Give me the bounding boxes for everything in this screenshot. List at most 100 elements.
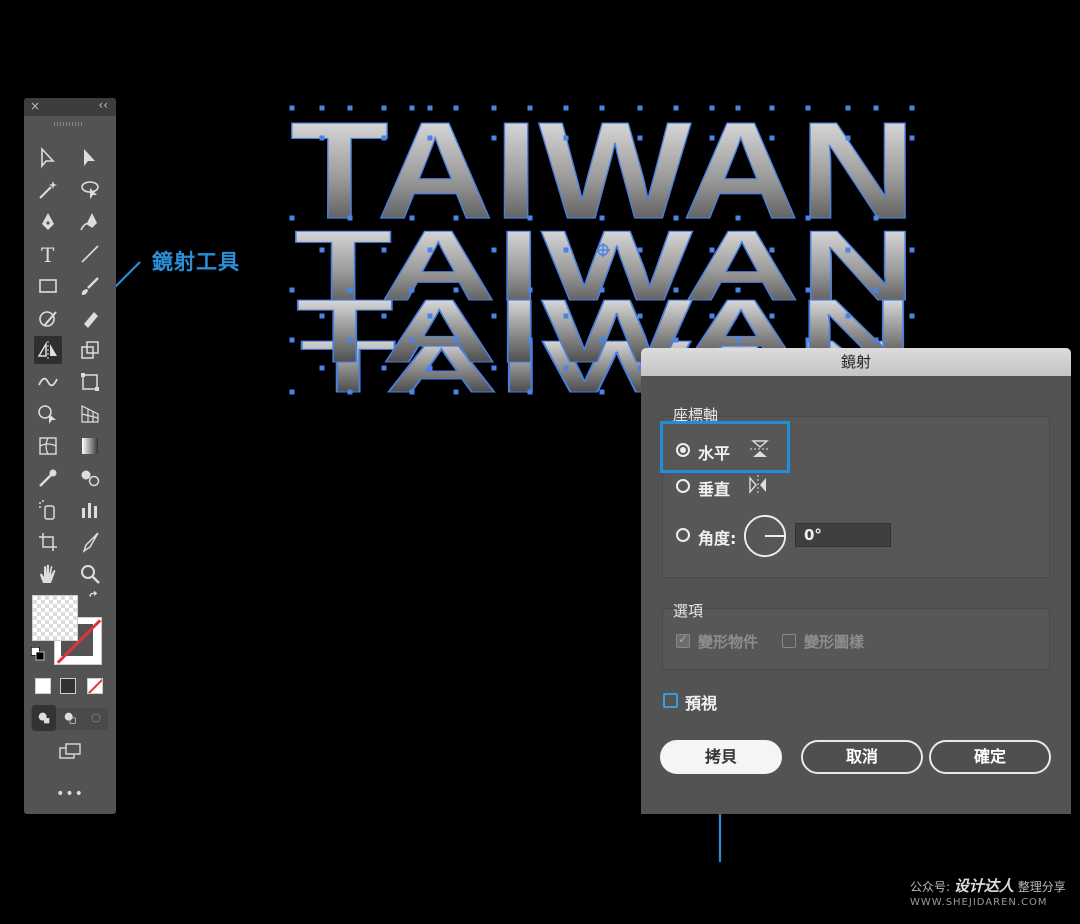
anchor-point <box>409 215 415 221</box>
mesh-tool-icon[interactable] <box>34 432 62 460</box>
knife-tool-icon[interactable] <box>76 528 104 556</box>
screen-mode-icon[interactable] <box>54 738 86 766</box>
checkbox-transform-patterns[interactable] <box>782 634 796 648</box>
reference-point <box>596 243 610 257</box>
anchor-point <box>599 105 605 111</box>
default-fill-stroke-icon[interactable] <box>28 644 48 664</box>
anchor-point <box>527 215 533 221</box>
symbol-sprayer-tool-icon[interactable] <box>34 496 62 524</box>
anchor-point <box>289 215 295 221</box>
options-group-label: 選項 <box>673 602 704 620</box>
anchor-point <box>805 287 811 293</box>
magic-wand-tool-icon[interactable] <box>34 176 62 204</box>
anchor-point <box>381 135 387 141</box>
blend-tool-icon[interactable] <box>76 464 104 492</box>
anchor-point <box>909 313 915 319</box>
drag-grip-icon[interactable] <box>54 122 84 126</box>
lasso-tool-icon[interactable] <box>76 176 104 204</box>
anchor-point <box>709 247 715 253</box>
more-tools-icon[interactable]: ••• <box>24 786 116 802</box>
gradient-mode-icon[interactable] <box>60 678 76 694</box>
radio-angle[interactable] <box>676 528 690 542</box>
column-graph-tool-icon[interactable] <box>76 496 104 524</box>
type-tool-icon[interactable]: T <box>34 240 62 268</box>
reflect-tool-icon[interactable] <box>34 336 62 364</box>
anchor-point <box>453 105 459 111</box>
fill-swatch[interactable] <box>32 595 78 641</box>
anchor-point <box>289 105 295 111</box>
tools-panel: × ‹‹ T ••• <box>24 98 116 814</box>
anchor-point <box>637 135 643 141</box>
cancel-button[interactable]: 取消 <box>801 740 923 774</box>
anchor-point <box>599 337 605 343</box>
selection-tool-icon[interactable] <box>34 144 62 172</box>
perspective-grid-tool-icon[interactable] <box>76 400 104 428</box>
watermark-prefix: 公众号: <box>910 880 951 894</box>
anchor-point <box>805 105 811 111</box>
eraser-tool-icon[interactable] <box>76 304 104 332</box>
color-mode-icon[interactable] <box>35 678 51 694</box>
gradient-tool-icon[interactable] <box>76 432 104 460</box>
radio-vertical[interactable] <box>676 479 690 493</box>
checkbox-transform-objects[interactable] <box>676 632 690 648</box>
anchor-point <box>427 313 433 319</box>
direct-selection-tool-icon[interactable] <box>76 144 104 172</box>
shaper-tool-icon[interactable] <box>34 304 62 332</box>
anchor-point <box>491 313 497 319</box>
tools-panel-header[interactable]: × ‹‹ <box>24 98 116 116</box>
pen-tool-icon[interactable] <box>34 208 62 236</box>
anchor-point <box>453 215 459 221</box>
anchor-point <box>769 135 775 141</box>
anchor-point <box>709 105 715 111</box>
ok-button[interactable]: 確定 <box>929 740 1051 774</box>
curvature-tool-icon[interactable] <box>76 208 104 236</box>
anchor-point <box>735 337 741 343</box>
artwork-word-1: TAIWAN <box>290 94 916 248</box>
dialog-title[interactable]: 鏡射 <box>641 348 1071 376</box>
artboard-tool-icon[interactable] <box>34 528 62 556</box>
anchor-point <box>673 287 679 293</box>
draw-inside-icon[interactable] <box>84 705 108 731</box>
anchor-point <box>527 105 533 111</box>
anchor-point <box>381 313 387 319</box>
anchor-point <box>491 247 497 253</box>
none-mode-icon[interactable] <box>87 678 103 694</box>
anchor-point <box>709 313 715 319</box>
watermark-url: WWW.SHEJIDAREN.COM <box>910 897 1048 908</box>
draw-normal-icon[interactable] <box>32 705 56 731</box>
width-tool-icon[interactable] <box>34 368 62 396</box>
anchor-point <box>491 365 497 371</box>
scale-tool-icon[interactable] <box>76 336 104 364</box>
hand-tool-icon[interactable] <box>34 560 62 588</box>
paintbrush-tool-icon[interactable] <box>76 272 104 300</box>
anchor-point <box>427 365 433 371</box>
label-transform-patterns: 變形圖樣 <box>804 633 865 651</box>
radio-horizontal[interactable] <box>676 443 690 457</box>
free-transform-tool-icon[interactable] <box>76 368 104 396</box>
draw-behind-icon[interactable] <box>58 705 82 731</box>
checkbox-preview[interactable] <box>663 693 678 708</box>
anchor-point <box>563 247 569 253</box>
anchor-point <box>491 105 497 111</box>
eyedropper-tool-icon[interactable] <box>34 464 62 492</box>
line-tool-icon[interactable] <box>76 240 104 268</box>
copy-button[interactable]: 拷貝 <box>660 740 782 774</box>
anchor-point <box>289 287 295 293</box>
anchor-point <box>637 313 643 319</box>
label-horizontal: 水平 <box>698 444 731 463</box>
swap-fill-stroke-icon[interactable] <box>84 588 104 608</box>
anchor-point <box>845 313 851 319</box>
rectangle-tool-icon[interactable] <box>34 272 62 300</box>
close-icon[interactable]: × <box>30 99 40 113</box>
horizontal-axis-icon <box>746 436 774 462</box>
zoom-tool-icon[interactable] <box>76 560 104 588</box>
angle-dial[interactable] <box>741 512 789 560</box>
shape-builder-tool-icon[interactable] <box>34 400 62 428</box>
angle-input[interactable]: 0° <box>795 523 891 547</box>
anchor-point <box>381 365 387 371</box>
anchor-point <box>319 135 325 141</box>
anchor-point <box>409 337 415 343</box>
collapse-icon[interactable]: ‹‹ <box>98 98 108 112</box>
watermark: 公众号: 设计达人 整理分享 WWW.SHEJIDAREN.COM <box>910 875 1066 908</box>
anchor-point <box>453 389 459 395</box>
